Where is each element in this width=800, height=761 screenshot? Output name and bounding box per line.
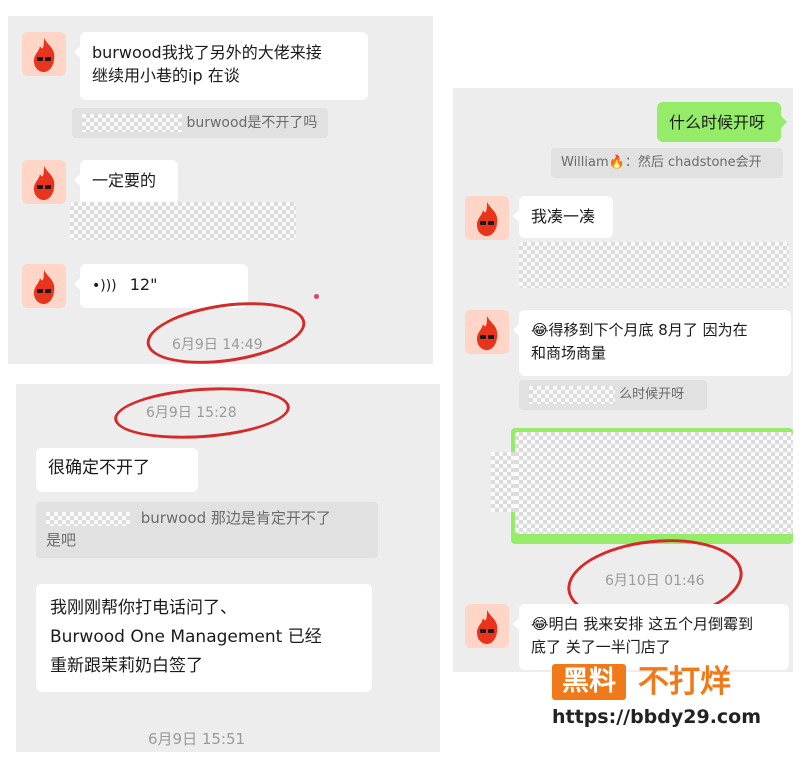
- message-bubble[interactable]: 😂得移到下个月底 8月了 因为在 和商场商量: [513, 310, 791, 376]
- contact-avatar[interactable]: [465, 310, 509, 354]
- contact-avatar[interactable]: [22, 264, 66, 308]
- timestamp: 6月9日 15:51: [148, 730, 246, 748]
- voice-duration: 12": [129, 275, 158, 294]
- message-line: burwood我找了另外的大佬来接: [92, 43, 322, 62]
- flame-avatar-icon: [477, 610, 498, 644]
- contact-avatar[interactable]: [465, 604, 509, 648]
- contact-avatar[interactable]: [22, 32, 66, 76]
- redacted-name: [82, 114, 182, 132]
- watermark-url: https://bbdy29.com: [552, 706, 762, 728]
- contact-avatar[interactable]: [465, 196, 509, 240]
- voice-message-bubble[interactable]: •))) 12": [74, 264, 248, 308]
- timestamp: 6月9日 15:28: [146, 405, 237, 421]
- chat-panel-2: 6月9日 15:28 很确定不开了 burwood 那边是肯定开不了 是吧 我刚…: [16, 384, 440, 752]
- watermark-brand-box: 黑料: [552, 664, 626, 700]
- flame-avatar-icon: [34, 38, 55, 72]
- quoted-message[interactable]: burwood 那边是肯定开不了 是吧: [36, 502, 378, 558]
- quoted-message[interactable]: 么时候开呀: [519, 380, 707, 410]
- timestamp: 6月9日 14:49: [172, 337, 263, 353]
- quote-text: William🔥：然后 chadstone会开: [561, 155, 762, 170]
- message-line: 和商场商量: [531, 344, 607, 362]
- message-line: 继续用小巷的ip 在谈: [92, 66, 240, 85]
- message-bubble[interactable]: 我凑一凑: [513, 196, 613, 238]
- message-text: 一定要的: [92, 171, 157, 190]
- contact-avatar[interactable]: [22, 160, 66, 204]
- flame-avatar-icon: [34, 166, 55, 200]
- quoted-message[interactable]: William🔥：然后 chadstone会开: [551, 148, 783, 178]
- redacted-quote: [70, 202, 296, 240]
- message-line: 底了 关了一半门店了: [531, 638, 671, 656]
- message-bubble[interactable]: 一定要的: [74, 160, 178, 204]
- flame-avatar-icon: [477, 202, 498, 236]
- redacted-name: [46, 511, 130, 526]
- message-line: 重新跟茉莉奶白签了: [50, 656, 203, 676]
- sent-message-bubble[interactable]: 什么时候开呀: [657, 102, 787, 142]
- redacted-image-message[interactable]: [511, 428, 793, 544]
- flame-avatar-icon: [34, 270, 55, 304]
- redacted-quote: [519, 242, 789, 288]
- redacted-content: [515, 432, 793, 534]
- timestamp: 6月10日 01:46: [605, 573, 705, 589]
- message-text: 我凑一凑: [531, 207, 596, 226]
- watermark-brand-text: 不打烊: [638, 664, 731, 700]
- redacted-name: [529, 385, 615, 404]
- message-line: 我刚刚帮你打电话问了、: [50, 598, 237, 618]
- annotation-dot: [314, 294, 319, 299]
- message-bubble[interactable]: burwood我找了另外的大佬来接 继续用小巷的ip 在谈: [74, 32, 368, 100]
- message-text: 什么时候开呀: [669, 113, 766, 132]
- chat-panel-3: 什么时候开呀 William🔥：然后 chadstone会开 我凑一凑 😂得移到…: [453, 88, 793, 672]
- chat-panel-1: burwood我找了另外的大佬来接 继续用小巷的ip 在谈 burwood是不开…: [8, 16, 433, 364]
- voice-wave-icon: •))): [92, 278, 117, 294]
- quote-text: 么时候开呀: [619, 387, 685, 402]
- quote-text: burwood是不开了吗: [186, 115, 318, 131]
- quote-text: burwood 那边是肯定开不了: [140, 509, 331, 527]
- message-text: 很确定不开了: [48, 458, 150, 478]
- flame-avatar-icon: [477, 316, 498, 350]
- quote-text: 是吧: [46, 531, 77, 549]
- redacted-spill: [491, 452, 515, 512]
- message-bubble[interactable]: 很确定不开了: [36, 448, 198, 492]
- message-bubble[interactable]: 我刚刚帮你打电话问了、 Burwood One Management 已经 重新…: [36, 584, 372, 692]
- watermark: 黑料 不打烊 https://bbdy29.com: [552, 660, 792, 730]
- message-line: 😂得移到下个月底 8月了 因为在: [531, 321, 748, 339]
- quoted-message[interactable]: burwood是不开了吗: [72, 108, 328, 138]
- message-line: Burwood One Management 已经: [50, 627, 322, 647]
- message-line: 😂明白 我来安排 这五个月倒霉到: [531, 615, 754, 633]
